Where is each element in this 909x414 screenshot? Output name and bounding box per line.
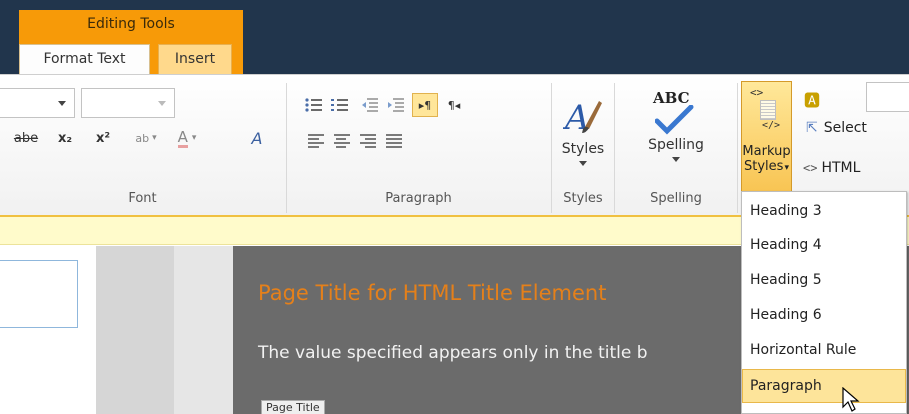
spelling-group-label: Spelling [650,191,702,206]
styles-brush-icon: A [562,98,602,138]
align-left-icon[interactable] [306,133,326,148]
markup-styles-button[interactable]: <> </> Markup Styles▾ [741,81,792,194]
html-code-icon: <> [803,161,818,175]
ltr-direction-icon[interactable]: ▸¶ [412,93,438,117]
menu-item-heading-6[interactable]: Heading 6 [742,298,906,332]
menu-item-heading-4[interactable]: Heading 4 [742,228,906,262]
left-gutter [174,246,233,414]
chevron-down-icon: ▾ [191,133,197,143]
highlight-color-button[interactable]: ab ▾ [132,126,160,150]
align-center-icon[interactable] [332,133,352,148]
page-title-button[interactable]: Page Title [261,400,325,414]
rtl-direction-icon[interactable]: ¶◂ [444,95,464,115]
align-right-icon[interactable] [358,133,378,148]
numbering-icon[interactable] [330,95,350,115]
decrease-indent-icon[interactable] [360,95,380,115]
menu-item-heading-3[interactable]: Heading 3 [742,194,906,228]
increase-indent-icon[interactable] [386,95,406,115]
styles-group-label: Styles [563,191,603,206]
font-group-label: Font [128,191,157,206]
editing-tools-label: Editing Tools [87,16,175,32]
markup-combo[interactable] [866,82,909,112]
page-description[interactable]: The value specified appears only in the … [258,343,648,363]
spelling-check-icon: ABC [615,89,737,137]
chevron-down-icon [158,101,166,106]
highlight-label: ab [135,131,150,145]
justify-icon[interactable] [384,133,404,148]
strikethrough-button[interactable]: abe [14,126,38,150]
clear-format-button[interactable]: A [243,126,271,150]
tab-format-text[interactable]: Format Text [19,44,150,74]
markup-label-line1: Markup [742,144,791,159]
language-icon[interactable]: 🅰 [804,87,820,111]
chevron-down-icon [58,101,66,106]
font-color-button[interactable]: A ▾ [167,126,207,150]
chevron-down-icon [579,161,587,166]
markup-label-line2: Styles▾ [744,159,789,174]
mouse-cursor-icon [842,387,860,412]
font-name-combo[interactable] [0,88,75,118]
paragraph-group-label: Paragraph [385,191,452,206]
chevron-down-icon: ▾ [784,163,789,173]
tab-insert[interactable]: Insert [158,44,232,74]
markup-icon: <> </> [750,86,781,131]
subscript-button[interactable]: x₂ [54,126,76,150]
chevron-down-icon: ▾ [152,133,157,143]
left-text-box[interactable] [0,260,78,328]
html-button[interactable]: <> HTML [803,160,860,176]
page-title[interactable]: Page Title for HTML Title Element [258,281,606,305]
menu-item-paragraph[interactable]: Paragraph [742,369,906,403]
superscript-button[interactable]: x² [92,126,114,150]
chevron-down-icon [672,157,680,162]
spelling-button-label: Spelling [648,137,704,153]
markup-styles-dropdown: Heading 3 Heading 4 Heading 5 Heading 6 … [741,191,907,414]
select-button[interactable]: ⇱ Select [806,120,867,136]
menu-item-heading-5[interactable]: Heading 5 [742,263,906,297]
menu-item-horizontal-rule[interactable]: Horizontal Rule [742,333,906,367]
group-divider [737,83,738,213]
styles-button-label: Styles [561,141,605,157]
font-size-combo[interactable] [81,88,175,118]
styles-button[interactable]: A Styles [552,95,614,166]
spelling-button[interactable]: ABC Spelling [615,89,737,162]
cursor-arrow-icon: ⇱ [806,120,818,136]
bullets-icon[interactable] [304,95,324,115]
font-color-label: A [177,127,188,148]
